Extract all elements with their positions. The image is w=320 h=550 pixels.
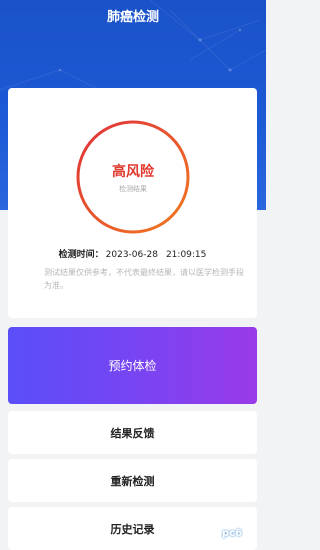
book-exam-button[interactable]: 预约体检: [8, 327, 257, 404]
risk-caption: 检测结果: [119, 185, 147, 193]
test-clock: 21:09:15: [165, 250, 207, 260]
disclaimer-text: 测试结果仅供参考，不代表最终结果，请以医学检测手段为准。: [44, 268, 244, 290]
risk-ring: 高风险 检测结果: [74, 118, 192, 236]
page-title: 肺癌检测: [106, 10, 159, 25]
history-button[interactable]: 历史记录: [8, 507, 257, 550]
risk-level: 高风险: [112, 164, 154, 180]
test-time: 检测时间： 2023-06-28 21:09:15: [8, 247, 257, 260]
test-date: 2023-06-28: [105, 250, 158, 260]
feedback-button[interactable]: 结果反馈: [8, 411, 257, 454]
test-time-label: 检测时间：: [58, 250, 104, 260]
retest-button[interactable]: 重新检测: [8, 459, 257, 502]
result-card: 高风险 检测结果 检测时间： 2023-06-28 21:09:15 测试结果仅供参…: [8, 88, 257, 318]
